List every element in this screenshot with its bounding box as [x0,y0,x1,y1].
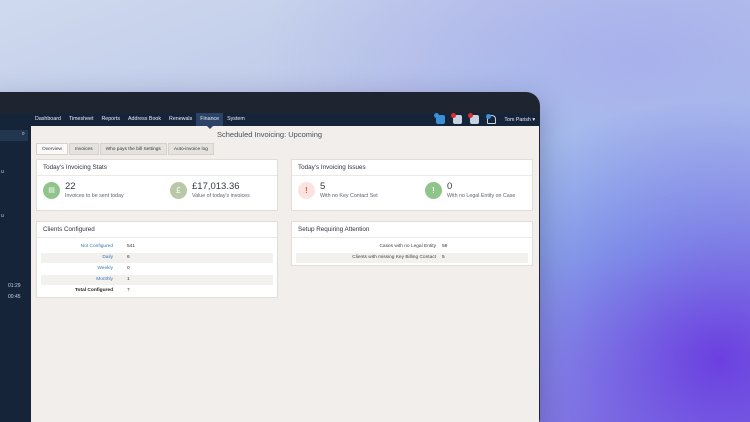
pound-icon: £ [170,182,187,199]
clients-heading: Clients Configured [37,222,277,238]
row-label[interactable]: Weekly [23,264,113,274]
issue-label: With no Key Contact Set [320,193,378,199]
tab-invoices[interactable]: Invoices [69,143,99,155]
row-label[interactable]: Clients with missing Key Billing Contact [296,253,436,263]
row-value: 6 [127,255,130,260]
row-value: 5 [442,255,445,260]
calendar-icon[interactable] [451,113,463,124]
row-label[interactable]: Monthly [23,275,113,285]
stat-label: Value of today's invoices [192,193,250,199]
row-value: 1 [127,277,130,282]
row-label[interactable]: Daily [23,253,113,263]
app-screen: ⌕ u u 01:29 00:45 Dashboard Timesheet Re… [0,113,539,422]
toolbar-icons: Tom Parish ▾ [434,113,539,126]
nav-address-book[interactable]: Address Book [124,113,165,126]
table-row: Cases with no Legal Entity 58 [296,242,528,252]
table-row: Clients with missing Key Billing Contact… [296,253,528,263]
issues-panel: Today's Invoicing Issues ! 5 With no Key… [291,159,533,211]
chat-icon[interactable] [434,113,446,124]
stat-label: Invoices to be sent today [65,193,124,199]
setup-heading: Setup Requiring Attention [292,222,532,238]
nav-reports[interactable]: Reports [97,113,124,126]
nav-finance[interactable]: Finance [196,113,224,129]
table-row: Not Configured 541 [41,242,273,252]
table-row: Total Configured 7 [41,286,273,296]
table-row: Daily 6 [41,253,273,263]
sidebar-time: 01:29 [8,283,21,289]
nav-dashboard[interactable]: Dashboard [31,113,65,126]
row-value: 0 [127,266,130,271]
stat-value: 22 [65,181,76,192]
document-icon: ▤ [43,182,60,199]
tab-overview[interactable]: Overview [36,143,68,155]
main-menu: Dashboard Timesheet Reports Address Book… [31,113,249,129]
tab-who-pays[interactable]: Who pays the bill Settings [99,143,167,155]
tab-bar: Overview Invoices Who pays the bill Sett… [36,143,215,155]
warning-icon: ! [298,182,315,199]
nav-timesheet[interactable]: Timesheet [65,113,98,126]
row-value: 7 [127,288,130,293]
tab-auto-invoice-log[interactable]: Auto-invoice log [167,143,214,155]
row-label: Total Configured [74,288,113,293]
row-label[interactable]: Not Configured [23,242,113,252]
row-value: 541 [127,244,136,249]
issues-heading: Today's Invoicing Issues [292,160,532,176]
info-icon: ! [425,182,442,199]
stats-panel: Today's Invoicing Stats ▤ 22 Invoices to… [36,159,278,211]
table-row: Monthly 1 [41,275,273,285]
issue-value: 5 [320,181,326,192]
row-label[interactable]: Cases with no Legal Entity [296,242,436,252]
issue-value: 0 [447,181,453,192]
sidebar-time: 00:45 [8,294,21,300]
setup-panel: Setup Requiring Attention Cases with no … [291,221,533,266]
sidebar-text: u [1,169,4,175]
nav-system[interactable]: System [223,113,249,126]
row-value: 58 [442,244,448,249]
messages-icon[interactable] [468,113,480,124]
page-title: Scheduled Invoicing: Upcoming [216,130,323,139]
clients-panel: Clients Configured Not Configured 541 Da… [36,221,278,298]
issue-label: With no Legal Entity on Case [447,193,516,199]
sidebar-text: u [1,213,4,219]
stat-value: £17,013.36 [192,181,240,192]
nav-renewals[interactable]: Renewals [165,113,196,126]
top-nav: Dashboard Timesheet Reports Address Book… [31,113,539,129]
user-menu[interactable]: Tom Parish ▾ [504,117,535,123]
table-row: Weekly 0 [41,264,273,274]
stats-heading: Today's Invoicing Stats [37,160,277,176]
bell-icon[interactable] [486,114,497,124]
